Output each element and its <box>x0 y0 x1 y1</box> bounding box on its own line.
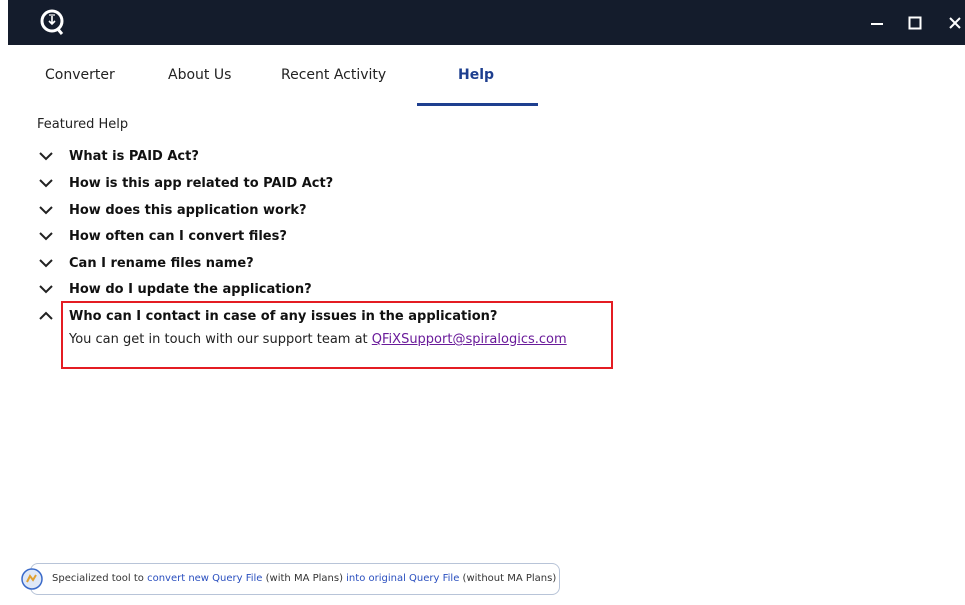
banner-highlight: into original Query File <box>346 573 460 584</box>
faq-question: How is this app related to PAID Act? <box>69 175 334 191</box>
maximize-icon <box>908 16 922 29</box>
faq-answer: You can get in touch with our support te… <box>69 332 567 347</box>
banner-text-part: (without MA Plans) <box>459 573 557 584</box>
chevron-down-icon <box>39 206 53 215</box>
close-button[interactable] <box>937 0 965 45</box>
tab-help[interactable]: Help <box>458 67 494 83</box>
faq-item[interactable]: How often can I convert files? <box>37 225 637 247</box>
faq-item[interactable]: How does this application work? <box>37 199 637 221</box>
tab-bar: Converter About Us Recent Activity Help <box>8 45 965 107</box>
tab-about-us[interactable]: About Us <box>168 67 231 83</box>
faq-question: How do I update the application? <box>69 281 312 297</box>
active-tab-indicator <box>417 103 538 106</box>
faq-question: What is PAID Act? <box>69 148 199 164</box>
faq-question: How often can I convert files? <box>69 228 287 244</box>
section-title: Featured Help <box>37 117 129 132</box>
banner-text: Specialized tool to convert new Query Fi… <box>52 573 556 584</box>
faq-item[interactable]: How is this app related to PAID Act? <box>37 172 637 194</box>
tab-converter[interactable]: Converter <box>45 67 115 83</box>
minimize-button[interactable] <box>859 0 895 45</box>
faq-question: How does this application work? <box>69 202 307 218</box>
faq-question: Can I rename files name? <box>69 255 254 271</box>
support-email-link[interactable]: QFiXSupport@spiralogics.com <box>372 332 567 347</box>
minimize-icon <box>871 22 883 25</box>
chevron-down-icon <box>39 232 53 241</box>
hand-globe-icon <box>21 568 43 590</box>
banner-text-part: (with MA Plans) <box>262 573 347 584</box>
banner-text-part: Specialized tool to <box>52 573 148 584</box>
banner-highlight: convert new Query File <box>147 573 263 584</box>
title-bar <box>8 0 965 45</box>
chevron-down-icon <box>39 285 53 294</box>
chevron-up-icon <box>39 311 53 320</box>
faq-item[interactable]: Can I rename files name? <box>37 252 637 274</box>
chevron-down-icon <box>39 152 53 161</box>
maximize-button[interactable] <box>897 0 933 45</box>
q-logo-icon <box>40 9 64 35</box>
faq-item[interactable]: How do I update the application? <box>37 278 637 300</box>
chevron-down-icon <box>39 179 53 188</box>
chevron-down-icon <box>39 259 53 268</box>
tab-recent-activity[interactable]: Recent Activity <box>281 67 386 83</box>
answer-text: You can get in touch with our support te… <box>69 332 372 347</box>
close-icon <box>949 16 961 29</box>
faq-item[interactable]: What is PAID Act? <box>37 145 637 167</box>
